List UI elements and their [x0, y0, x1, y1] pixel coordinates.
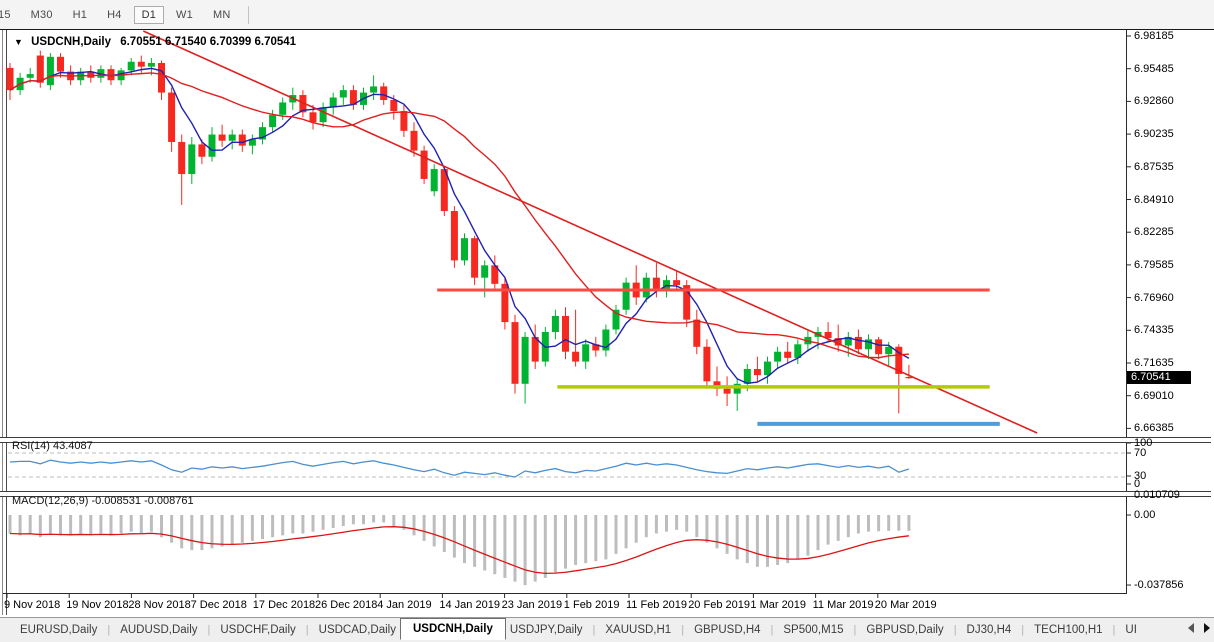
tab-tech100-h1[interactable]: TECH100,H1 — [1030, 621, 1106, 639]
tab-separator: | — [107, 624, 110, 636]
tab-usdcad-daily[interactable]: USDCAD,Daily — [315, 621, 400, 639]
rsi-axis-label: 0 — [1134, 478, 1140, 490]
tab-usdchf-daily[interactable]: USDCHF,Daily — [216, 621, 299, 639]
date-axis-label: 1 Feb 2019 — [564, 599, 620, 611]
chart-ohlc-values: 6.70551 6.71540 6.70399 6.70541 — [120, 36, 296, 48]
chart-tab-bar: EURUSD,Daily | AUDUSD,Daily | USDCHF,Daily | U… — [0, 617, 1214, 642]
date-axis-label: 26 Dec 2018 — [315, 599, 377, 611]
date-axis-label: 9 Nov 2018 — [4, 599, 60, 611]
current-price-badge: 6.70541 — [1127, 371, 1191, 384]
price-axis-label: 6.95485 — [1134, 63, 1174, 75]
date-axis-label: 7 Dec 2018 — [191, 599, 247, 611]
price-axis-label: 6.79585 — [1134, 259, 1174, 271]
tab-separator: | — [854, 624, 857, 636]
tab-separator: | — [954, 624, 957, 636]
price-axis-label: 6.90235 — [1134, 128, 1174, 140]
price-axis-label: 6.76960 — [1134, 292, 1174, 304]
tab-gbpusd-daily[interactable]: GBPUSD,Daily — [862, 621, 947, 639]
price-axis-label: 6.98185 — [1134, 30, 1174, 42]
rsi-axis-label: 70 — [1134, 447, 1146, 459]
tab-separator: | — [681, 624, 684, 636]
mt4-window: 15M30H1H4D1W1MN ▼ USDCNH,Daily 6.70551 6… — [0, 0, 1214, 642]
tab-usdcnh-daily[interactable]: USDCNH,Daily — [400, 618, 506, 640]
tab-xauusd-h1[interactable]: XAUUSD,H1 — [601, 621, 675, 639]
tab-separator: | — [1113, 624, 1116, 636]
chart-tabs: EURUSD,Daily | AUDUSD,Daily | USDCHF,Daily | U… — [16, 621, 1141, 640]
chart-dropdown-caret[interactable]: ▼ — [14, 37, 23, 47]
tab-gbpusd-h4[interactable]: GBPUSD,H4 — [690, 621, 764, 639]
chart-canvas[interactable] — [0, 0, 1214, 642]
tab-separator: | — [208, 624, 211, 636]
price-axis-label: 6.71635 — [1134, 357, 1174, 369]
date-axis-label: 20 Mar 2019 — [875, 599, 937, 611]
macd-axis-label: -0.037856 — [1134, 579, 1184, 591]
macd-axis-label: 0.00 — [1134, 509, 1155, 521]
tab-separator: | — [306, 624, 309, 636]
date-axis-label: 28 Nov 2018 — [128, 599, 190, 611]
tab-scroll-left-icon[interactable] — [1188, 623, 1194, 633]
tab-usdjpy-daily[interactable]: USDJPY,Daily — [506, 621, 587, 639]
panel-splitter-price-rsi[interactable] — [0, 437, 1211, 443]
date-axis-label: 20 Feb 2019 — [688, 599, 750, 611]
tab-separator: | — [771, 624, 774, 636]
tab-scroll-right-icon[interactable] — [1204, 623, 1210, 633]
date-axis-label: 1 Mar 2019 — [750, 599, 806, 611]
date-axis-label: 11 Mar 2019 — [813, 599, 874, 611]
rsi-label: RSI(14) 43.4087 — [12, 440, 93, 452]
tab-sp500-m15[interactable]: SP500,M15 — [779, 621, 847, 639]
tab-scroll-arrows — [1188, 623, 1210, 633]
tab-dj30-h4[interactable]: DJ30,H4 — [963, 621, 1016, 639]
price-axis-label: 6.82285 — [1134, 226, 1174, 238]
tab-separator: | — [593, 624, 596, 636]
chart-title: ▼ USDCNH,Daily 6.70551 6.71540 6.70399 6… — [14, 36, 296, 48]
price-axis-label: 6.66385 — [1134, 422, 1174, 434]
chart-symbol-label: USDCNH,Daily — [31, 36, 111, 48]
macd-label: MACD(12,26,9) -0.008531 -0.008761 — [12, 495, 194, 507]
date-axis-label: 19 Nov 2018 — [66, 599, 128, 611]
price-axis-label: 6.84910 — [1134, 194, 1174, 206]
tab-audusd-daily[interactable]: AUDUSD,Daily — [116, 621, 201, 639]
tab-separator: | — [1021, 624, 1024, 636]
tab-ui[interactable]: UI — [1121, 621, 1141, 639]
time-axis-border[interactable] — [3, 593, 1127, 594]
tab-eurusd-daily[interactable]: EURUSD,Daily — [16, 621, 101, 639]
price-axis-label: 6.74335 — [1134, 324, 1174, 336]
price-axis-label: 6.87535 — [1134, 161, 1174, 173]
date-axis-label: 14 Jan 2019 — [439, 599, 500, 611]
price-axis-label: 6.92860 — [1134, 95, 1174, 107]
price-axis-border[interactable] — [1126, 30, 1127, 594]
date-axis-label: 4 Jan 2019 — [377, 599, 431, 611]
macd-axis-label: 0.010709 — [1134, 489, 1180, 501]
date-axis-label: 17 Dec 2018 — [253, 599, 315, 611]
date-axis-label: 23 Jan 2019 — [502, 599, 563, 611]
price-axis-label: 6.69010 — [1134, 390, 1174, 402]
date-axis-label: 11 Feb 2019 — [626, 599, 687, 611]
